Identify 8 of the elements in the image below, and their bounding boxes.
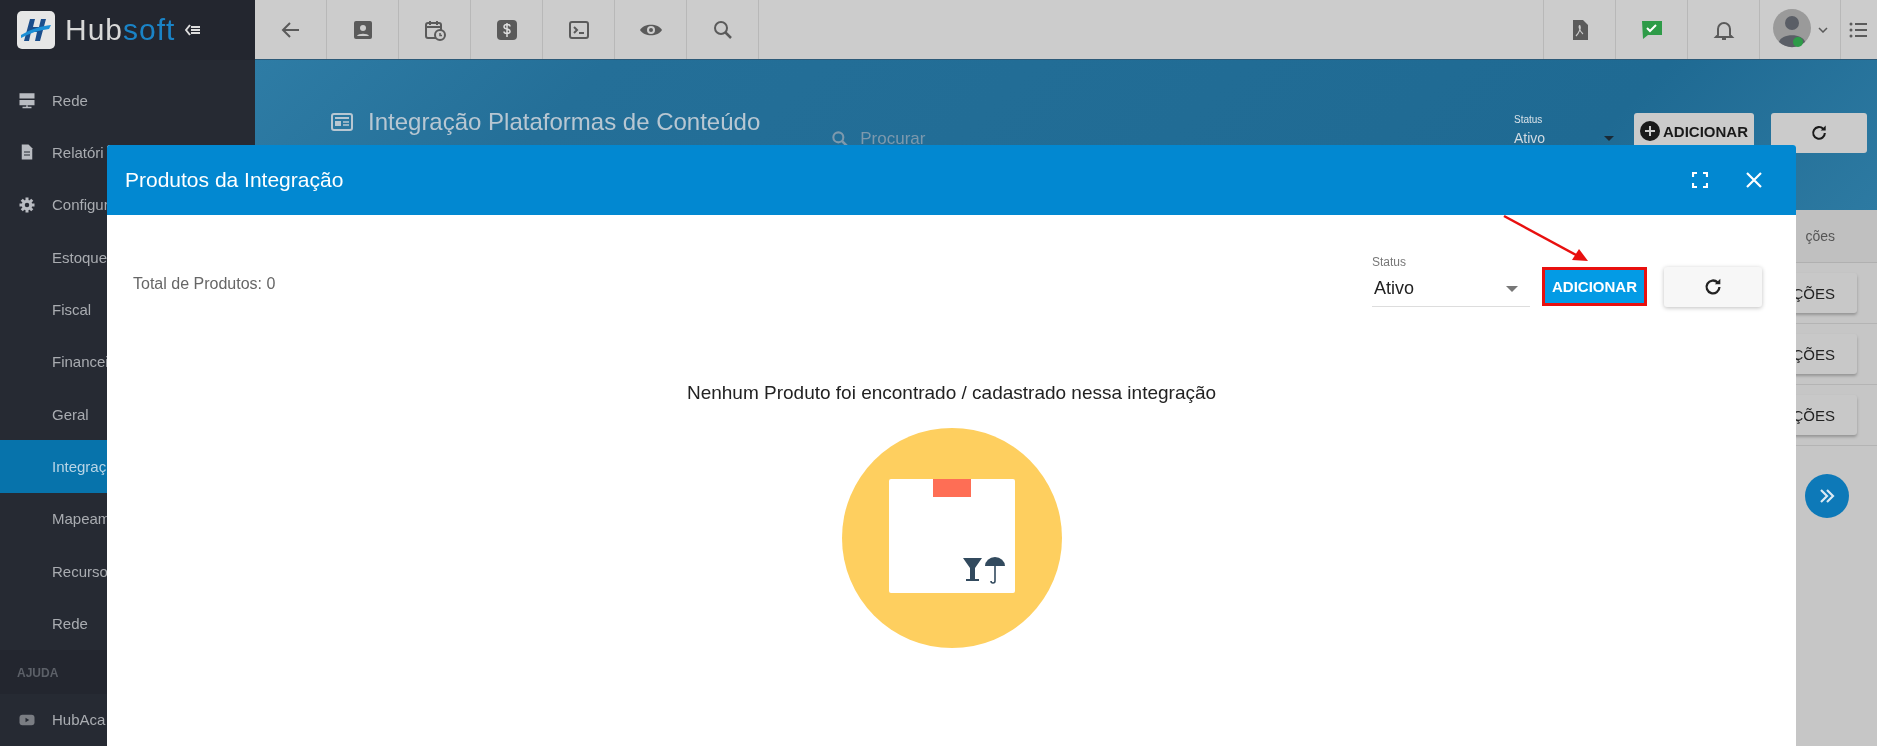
column-header: ções [1805, 228, 1835, 244]
empty-message: Nenhum Produto foi encontrado / cadastrado nessa integração [685, 382, 1218, 404]
brand-name: Hubsoft [65, 12, 176, 48]
total-count: Total de Produtos: 0 [133, 275, 276, 293]
dialog-title: Produtos da Integração [125, 168, 344, 192]
page-title: Integração Plataformas de Conteúdo [368, 108, 761, 136]
field-label: Status [1514, 114, 1544, 125]
field-label: Status [1372, 255, 1408, 269]
